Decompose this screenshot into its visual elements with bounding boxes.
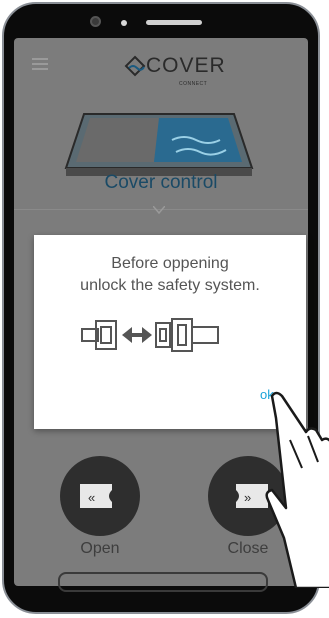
phone-top-bezel <box>4 4 318 38</box>
open-cover-icon: « <box>80 484 112 508</box>
svg-text:«: « <box>88 490 95 505</box>
section-title: Cover control <box>104 172 218 193</box>
logo-text: COVER <box>146 54 226 77</box>
open-circle[interactable]: « <box>60 456 140 536</box>
tap-hand-icon <box>265 391 329 588</box>
seatbelt-unlock-icon <box>81 318 219 352</box>
logo-mark-icon <box>124 55 146 77</box>
open-button[interactable]: « Open <box>60 456 140 558</box>
chevron-down-icon <box>153 206 165 214</box>
dialog-line-1: Before oppening <box>111 255 229 272</box>
home-bar[interactable] <box>58 572 268 592</box>
front-camera-icon <box>90 16 101 27</box>
dialog-line-2: unlock the safety system. <box>80 277 260 294</box>
logo-subtext: CONNECT <box>179 81 208 87</box>
earpiece-speaker <box>146 20 202 25</box>
cover-connect-logo: COVER <box>124 50 226 82</box>
svg-text:»: » <box>244 490 251 505</box>
hamburger-menu-icon[interactable] <box>32 58 48 70</box>
app-header: COVER CONNECT <box>14 38 308 94</box>
open-label: Open <box>80 540 120 557</box>
sensor-dot <box>121 20 127 26</box>
